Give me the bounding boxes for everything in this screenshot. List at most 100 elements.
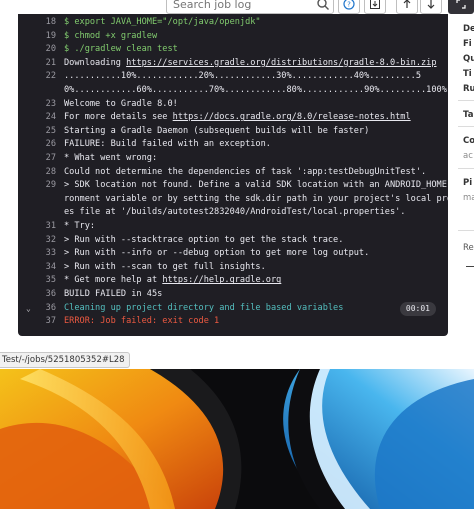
sidebar-value: ma <box>463 193 474 203</box>
log-line: ⌄ 36 Cleaning up project directory and fil… <box>18 302 448 315</box>
log-line: 35 * Get more help at https://help.gradle… <box>18 274 448 287</box>
log-line-number[interactable]: 27 <box>34 152 56 165</box>
arrow-up-icon <box>403 0 411 8</box>
arrow-down-icon <box>427 0 435 9</box>
log-line: 32 > Run with --stacktrace option to get … <box>18 234 448 247</box>
log-link[interactable]: https://help.gradle.org <box>162 275 281 285</box>
log-line-number[interactable]: 24 <box>34 111 56 124</box>
fullscreen-button[interactable] <box>448 0 474 14</box>
log-line: 28 Could not determine the dependencies o… <box>18 166 448 179</box>
log-line: 36 BUILD FAILED in 45s <box>18 288 448 301</box>
log-line-text: * Get more help at https://help.gradle.o… <box>64 275 282 286</box>
log-line: 0%............60%...........70%.........… <box>18 84 448 97</box>
log-line-text: BUILD FAILED in 45s <box>64 289 163 299</box>
log-line-number[interactable]: 19 <box>34 30 56 43</box>
log-line: 34 > Run with --scan to get full insights… <box>18 261 448 274</box>
log-line-text: Welcome to Gradle 8.0! <box>64 98 178 109</box>
log-line: 23 Welcome to Gradle 8.0! <box>18 98 448 111</box>
sidebar-label: Co <box>463 136 474 146</box>
download-icon <box>370 0 380 9</box>
log-line-number[interactable]: 34 <box>34 261 56 274</box>
log-line-text: * What went wrong: <box>64 153 158 163</box>
sidebar-label: De <box>463 24 474 34</box>
desktop-wallpaper <box>0 369 474 509</box>
log-line-text: For more details see https://docs.gradle… <box>64 112 411 123</box>
log-line-number[interactable]: 37 <box>34 315 56 328</box>
log-line: 25 Starting a Gradle Daemon (subsequent b… <box>18 125 448 138</box>
search-job-log[interactable] <box>166 0 334 14</box>
log-line: 31 * Try: <box>18 220 448 233</box>
sidebar-value: ac <box>463 151 473 161</box>
log-link[interactable]: https://docs.gradle.org/8.0/release-note… <box>173 112 411 122</box>
log-line-text: * Try: <box>64 221 96 231</box>
sidebar-label: Qu <box>463 54 474 64</box>
log-line-number[interactable]: 21 <box>34 57 56 70</box>
log-line-text: > Run with --scan to get full insights. <box>64 261 266 272</box>
log-line-text: $ ./gradlew clean test <box>64 44 178 55</box>
sidebar-divider <box>466 266 474 267</box>
log-line-number[interactable]: 35 <box>34 274 56 287</box>
log-line-text: es file at '/builds/autotest2832040/Andr… <box>64 207 406 218</box>
log-line-text: Could not determine the dependencies of … <box>64 166 427 177</box>
log-line-text: ERROR: Job failed: exit code 1 <box>64 316 220 327</box>
log-line-text: > Run with --info or --debug option to g… <box>64 248 370 259</box>
log-line-text: Starting a Gradle Daemon (subsequent bui… <box>64 125 370 136</box>
sidebar-label: Pi <box>463 178 473 188</box>
log-line-number[interactable]: 31 <box>34 220 56 233</box>
collapse-section-icon[interactable]: ⌄ <box>26 302 31 315</box>
log-line-text: $ chmod +x gradlew <box>64 30 158 41</box>
log-line-text: > SDK location not found. Define a valid… <box>64 180 448 191</box>
log-line-number[interactable]: 32 <box>34 234 56 247</box>
log-line-number[interactable]: 33 <box>34 247 56 260</box>
log-line-number[interactable]: 20 <box>34 43 56 56</box>
sidebar-divider <box>458 168 474 169</box>
log-line-number[interactable]: 36 <box>34 302 56 315</box>
log-line-number[interactable]: 29 <box>34 179 56 192</box>
log-line-number[interactable]: 22 <box>34 70 56 83</box>
help-button[interactable]: ? <box>338 0 360 14</box>
sidebar-divider <box>458 100 474 101</box>
log-line-text: $ export JAVA_HOME="/opt/java/openjdk" <box>64 17 261 27</box>
sidebar-label: Re <box>463 243 474 253</box>
log-line: 20 $ ./gradlew clean test <box>18 43 448 56</box>
log-line-number[interactable]: 26 <box>34 138 56 151</box>
browser-status-url: Test/-/jobs/5251805352#L28 <box>0 352 130 368</box>
log-link[interactable]: https://services.gradle.org/distribution… <box>126 58 436 68</box>
log-line: 37 ERROR: Job failed: exit code 1 <box>18 315 448 328</box>
log-line-number[interactable]: 36 <box>34 288 56 301</box>
log-line-number[interactable]: 25 <box>34 125 56 138</box>
job-log-terminal: 00:01 18 $ export JAVA_HOME="/opt/java/op… <box>18 14 448 336</box>
wallpaper-art <box>0 369 474 509</box>
log-line: 19 $ chmod +x gradlew <box>18 30 448 43</box>
log-line: 18 $ export JAVA_HOME="/opt/java/openjdk" <box>18 16 448 29</box>
log-line: 22 ...........10%............20%.........… <box>18 70 448 83</box>
log-line-text: Cleaning up project directory and file b… <box>64 302 344 313</box>
log-line-text: 0%............60%...........70%.........… <box>64 85 447 95</box>
log-line: 29 > SDK location not found. Define a val… <box>18 179 448 192</box>
sidebar-label: Fi <box>463 39 472 49</box>
sidebar-label: Ti <box>463 69 472 79</box>
scroll-to-top-button[interactable] <box>396 0 418 14</box>
log-line-number[interactable]: 28 <box>34 166 56 179</box>
log-line-text: Downloading https://services.gradle.org/… <box>64 57 437 68</box>
expand-icon <box>456 0 466 9</box>
log-line: 27 * What went wrong: <box>18 152 448 165</box>
scroll-to-bottom-button[interactable] <box>420 0 442 14</box>
download-log-button[interactable] <box>364 0 386 14</box>
log-line-text: FAILURE: Build failed with an exception. <box>64 139 271 150</box>
search-job-log-input[interactable] <box>167 0 319 13</box>
log-line: ronment variable or by setting the sdk.d… <box>18 193 448 206</box>
svg-text:?: ? <box>347 1 351 9</box>
log-line-number[interactable]: 23 <box>34 98 56 111</box>
log-line: 33 > Run with --info or --debug option to… <box>18 247 448 260</box>
log-line-text: > Run with --stacktrace option to get th… <box>64 234 344 245</box>
log-line: es file at '/builds/autotest2832040/Andr… <box>18 206 448 219</box>
log-line: 21 Downloading https://services.gradle.or… <box>18 57 448 70</box>
log-line: 26 FAILURE: Build failed with an exceptio… <box>18 138 448 151</box>
sidebar-label: Ta <box>463 110 474 120</box>
sidebar-divider <box>458 126 474 127</box>
sidebar-divider <box>458 230 474 231</box>
log-line-number[interactable]: 18 <box>34 16 56 29</box>
log-line-text: ronment variable or by setting the sdk.d… <box>64 193 448 204</box>
question-icon: ? <box>343 0 355 10</box>
